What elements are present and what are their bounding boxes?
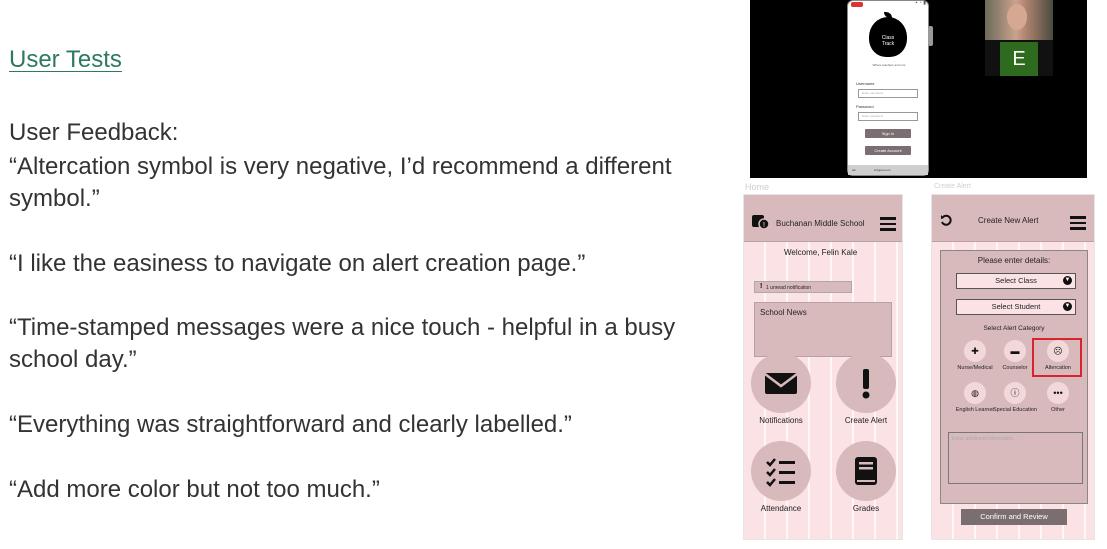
exclamation-small-icon: !	[760, 283, 763, 290]
feedback-quote-2: “I like the easiness to navigate on aler…	[9, 250, 586, 277]
username-label: Username	[856, 81, 875, 86]
altercation-highlight-box	[1032, 338, 1082, 377]
password-field[interactable]: Enter password	[858, 112, 918, 121]
school-news-title: School News	[760, 308, 807, 317]
create-alert-label: Create Alert	[844, 416, 888, 425]
home-screen-wireframe: ! Buchanan Middle School Welcome, Felin …	[743, 194, 903, 540]
create-alert-tile[interactable]	[836, 353, 896, 413]
school-name: Buchanan Middle School	[776, 219, 865, 228]
feedback-quote-3: “Time-stamped messages were a nice touch…	[9, 314, 676, 373]
create-account-button[interactable]: Create Account	[865, 146, 911, 155]
chevron-down-icon: ▼	[1063, 276, 1072, 285]
chevron-down-icon: ▼	[1063, 302, 1072, 311]
phone-status-bar: ▪ ◔ ▮	[848, 0, 928, 8]
back-icon[interactable]	[940, 214, 952, 226]
attendance-tile[interactable]	[751, 441, 811, 501]
alert-header: Create New Alert	[932, 195, 1094, 242]
feedback-quote-5: “Add more color but not too much.”	[9, 476, 380, 503]
ellipsis-icon: •••	[1047, 382, 1069, 404]
recording-indicator	[851, 2, 863, 7]
select-class-dropdown[interactable]: Select Class ▼	[956, 273, 1076, 289]
phone-mockup: ▪ ◔ ▮ Class Track Where teachers and mor…	[847, 0, 929, 176]
book-icon	[855, 457, 877, 485]
video-call-screenshot: ▪ ◔ ▮ Class Track Where teachers and mor…	[750, 0, 1087, 178]
school-news-box[interactable]: School News	[754, 302, 892, 357]
app-name: Class Track	[869, 35, 907, 47]
checklist-icon	[766, 458, 795, 487]
phone-side-handle	[928, 26, 933, 46]
feedback-quote-1: “Altercation symbol is very negative, I’…	[9, 153, 672, 212]
medkit-icon: ✚	[964, 340, 986, 362]
exclamation-icon	[862, 369, 870, 399]
create-alert-wireframe: Create New Alert Please enter details: S…	[931, 194, 1095, 540]
welcome-text: Welcome, Felin Kale	[784, 248, 858, 257]
attendance-label: Attendance	[760, 504, 802, 513]
feedback-label: User Feedback:	[9, 119, 179, 146]
category-other[interactable]: ••• Other	[1034, 382, 1082, 414]
envelope-icon	[764, 373, 798, 394]
menu-icon[interactable]	[880, 217, 896, 231]
confirm-review-button[interactable]: Confirm and Review	[961, 509, 1067, 525]
alert-frame-caption: Create Alert	[934, 183, 971, 190]
select-student-dropdown[interactable]: Select Student ▼	[956, 299, 1076, 315]
category-label: Special Education	[992, 407, 1038, 413]
globe-icon: ◍	[964, 382, 986, 404]
school-alert-icon: !	[752, 215, 769, 230]
alert-details-panel: Please enter details: Select Class ▼ Sel…	[940, 250, 1088, 504]
participant-avatar: E	[1000, 42, 1038, 76]
grades-tile[interactable]	[836, 441, 896, 501]
chat-icon: ▬	[1004, 340, 1026, 362]
url-text: â figma.com	[874, 168, 891, 172]
home-header: ! Buchanan Middle School	[744, 195, 902, 242]
home-frame-caption: Home	[745, 182, 770, 192]
app-tagline: Where teachers and mor	[872, 63, 906, 67]
feedback-quote-4: “Everything was straightforward and clea…	[9, 411, 572, 438]
sign-in-button[interactable]: Sign In	[865, 129, 911, 138]
slide-heading: User Tests	[9, 46, 122, 73]
menu-icon[interactable]	[1070, 216, 1086, 230]
category-special-education[interactable]: ⓘ Special Education	[991, 382, 1039, 414]
browser-bar: aA â figma.com	[848, 165, 928, 175]
select-student-label: Select Student	[991, 302, 1041, 311]
participant-face	[1007, 4, 1027, 30]
notifications-tile[interactable]	[751, 353, 811, 413]
svg-text:!: !	[763, 222, 765, 229]
info-icon: ⓘ	[1004, 382, 1026, 404]
alert-title: Create New Alert	[978, 216, 1039, 225]
text-size-control[interactable]: aA	[852, 168, 856, 172]
additional-info-input[interactable]: Enter additional information...	[948, 432, 1083, 484]
password-label: Password	[856, 104, 874, 109]
details-prompt: Please enter details:	[977, 256, 1051, 265]
username-field[interactable]: Enter username	[858, 89, 918, 98]
app-name-line2: Track	[881, 41, 895, 47]
category-label: Other	[1051, 407, 1065, 413]
unread-text: 1 unread notification	[766, 284, 812, 291]
grades-label: Grades	[852, 504, 880, 513]
unread-notification-bar[interactable]: ! 1 unread notification	[754, 281, 852, 293]
category-prompt: Select Alert Category	[983, 325, 1045, 332]
participant-tile: E	[985, 0, 1053, 76]
status-icons: ▪ ◔ ▮	[915, 0, 926, 6]
notifications-label: Notifications	[759, 416, 803, 425]
select-class-label: Select Class	[995, 276, 1037, 285]
